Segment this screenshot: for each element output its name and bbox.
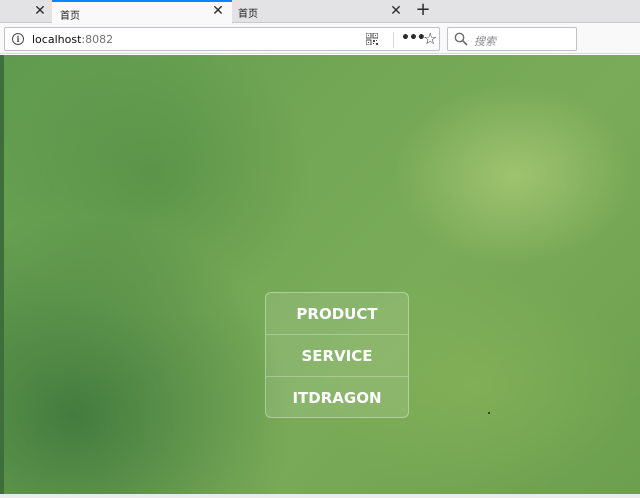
search-bar[interactable]: 搜索 — [447, 27, 577, 51]
more-icon[interactable]: ••• — [401, 30, 426, 46]
tab-inactive[interactable]: 首页 ✕ — [232, 0, 412, 23]
close-icon[interactable]: ✕ — [388, 3, 404, 19]
qr-code-icon[interactable] — [366, 33, 378, 45]
nav-menu: PRODUCT SERVICE ITDRAGON — [265, 292, 409, 418]
tab-label: 首页 — [238, 9, 258, 20]
menu-item-itdragon[interactable]: ITDRAGON — [266, 377, 408, 419]
close-icon[interactable]: ✕ — [32, 3, 48, 19]
tab-label: 首页 — [60, 11, 80, 22]
close-icon[interactable]: ✕ — [210, 3, 226, 19]
menu-item-service[interactable]: SERVICE — [266, 335, 408, 377]
url-bar[interactable]: i localhost:8082 ••• ☆ — [4, 27, 440, 51]
search-icon — [454, 32, 468, 46]
url-port: :8082 — [81, 33, 114, 46]
bookmark-star-icon[interactable]: ☆ — [423, 29, 437, 49]
navigation-bar: i localhost:8082 ••• ☆ 搜索 — [0, 23, 640, 54]
info-icon[interactable]: i — [12, 33, 24, 45]
tab-active[interactable]: 首页 ✕ — [52, 0, 232, 23]
window-bottom-edge — [0, 494, 640, 498]
mouse-cursor-dot — [488, 412, 490, 414]
tab-strip: ✕ 首页 ✕ 首页 ✕ + — [0, 0, 640, 23]
url-bar-divider — [393, 32, 394, 48]
url-text[interactable]: localhost:8082 — [32, 33, 113, 46]
page-background — [4, 55, 640, 495]
new-tab-icon[interactable]: + — [413, 1, 433, 21]
menu-item-product[interactable]: PRODUCT — [266, 293, 408, 335]
search-placeholder: 搜索 — [474, 35, 496, 48]
url-host: localhost — [32, 33, 82, 46]
